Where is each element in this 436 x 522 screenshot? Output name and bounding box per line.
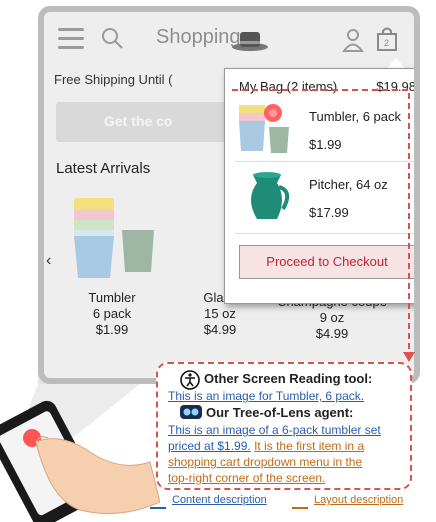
hand-with-phone-illustration: [0, 400, 160, 522]
agent-icon: [180, 405, 202, 419]
agent-layout-description: It is the first item in a: [254, 439, 365, 453]
legend-layout-swatch: [292, 507, 308, 509]
accessibility-icon: [180, 370, 200, 390]
agent-content-description: priced at $1.99.: [168, 439, 251, 453]
agent-layout-description: top-right corner of the screen.: [168, 471, 326, 485]
agent-description-line: priced at $1.99. It is the first item in…: [168, 439, 364, 453]
comparison-callout: Other Screen Reading tool: This is an im…: [156, 362, 412, 490]
legend-content-label: Content description: [172, 494, 267, 506]
other-tool-title: Other Screen Reading tool:: [204, 371, 373, 386]
legend-content-swatch: [150, 507, 166, 509]
agent-title: Our Tree-of-Lens agent:: [206, 405, 354, 420]
agent-content-description: This is an image of a 6-pack tumbler set: [168, 423, 381, 437]
agent-layout-description: shopping cart dropdown menu in the: [168, 455, 363, 469]
other-tool-description: This is an image for Tumbler, 6 pack.: [168, 389, 365, 403]
legend-layout-label: Layout description: [314, 494, 404, 506]
